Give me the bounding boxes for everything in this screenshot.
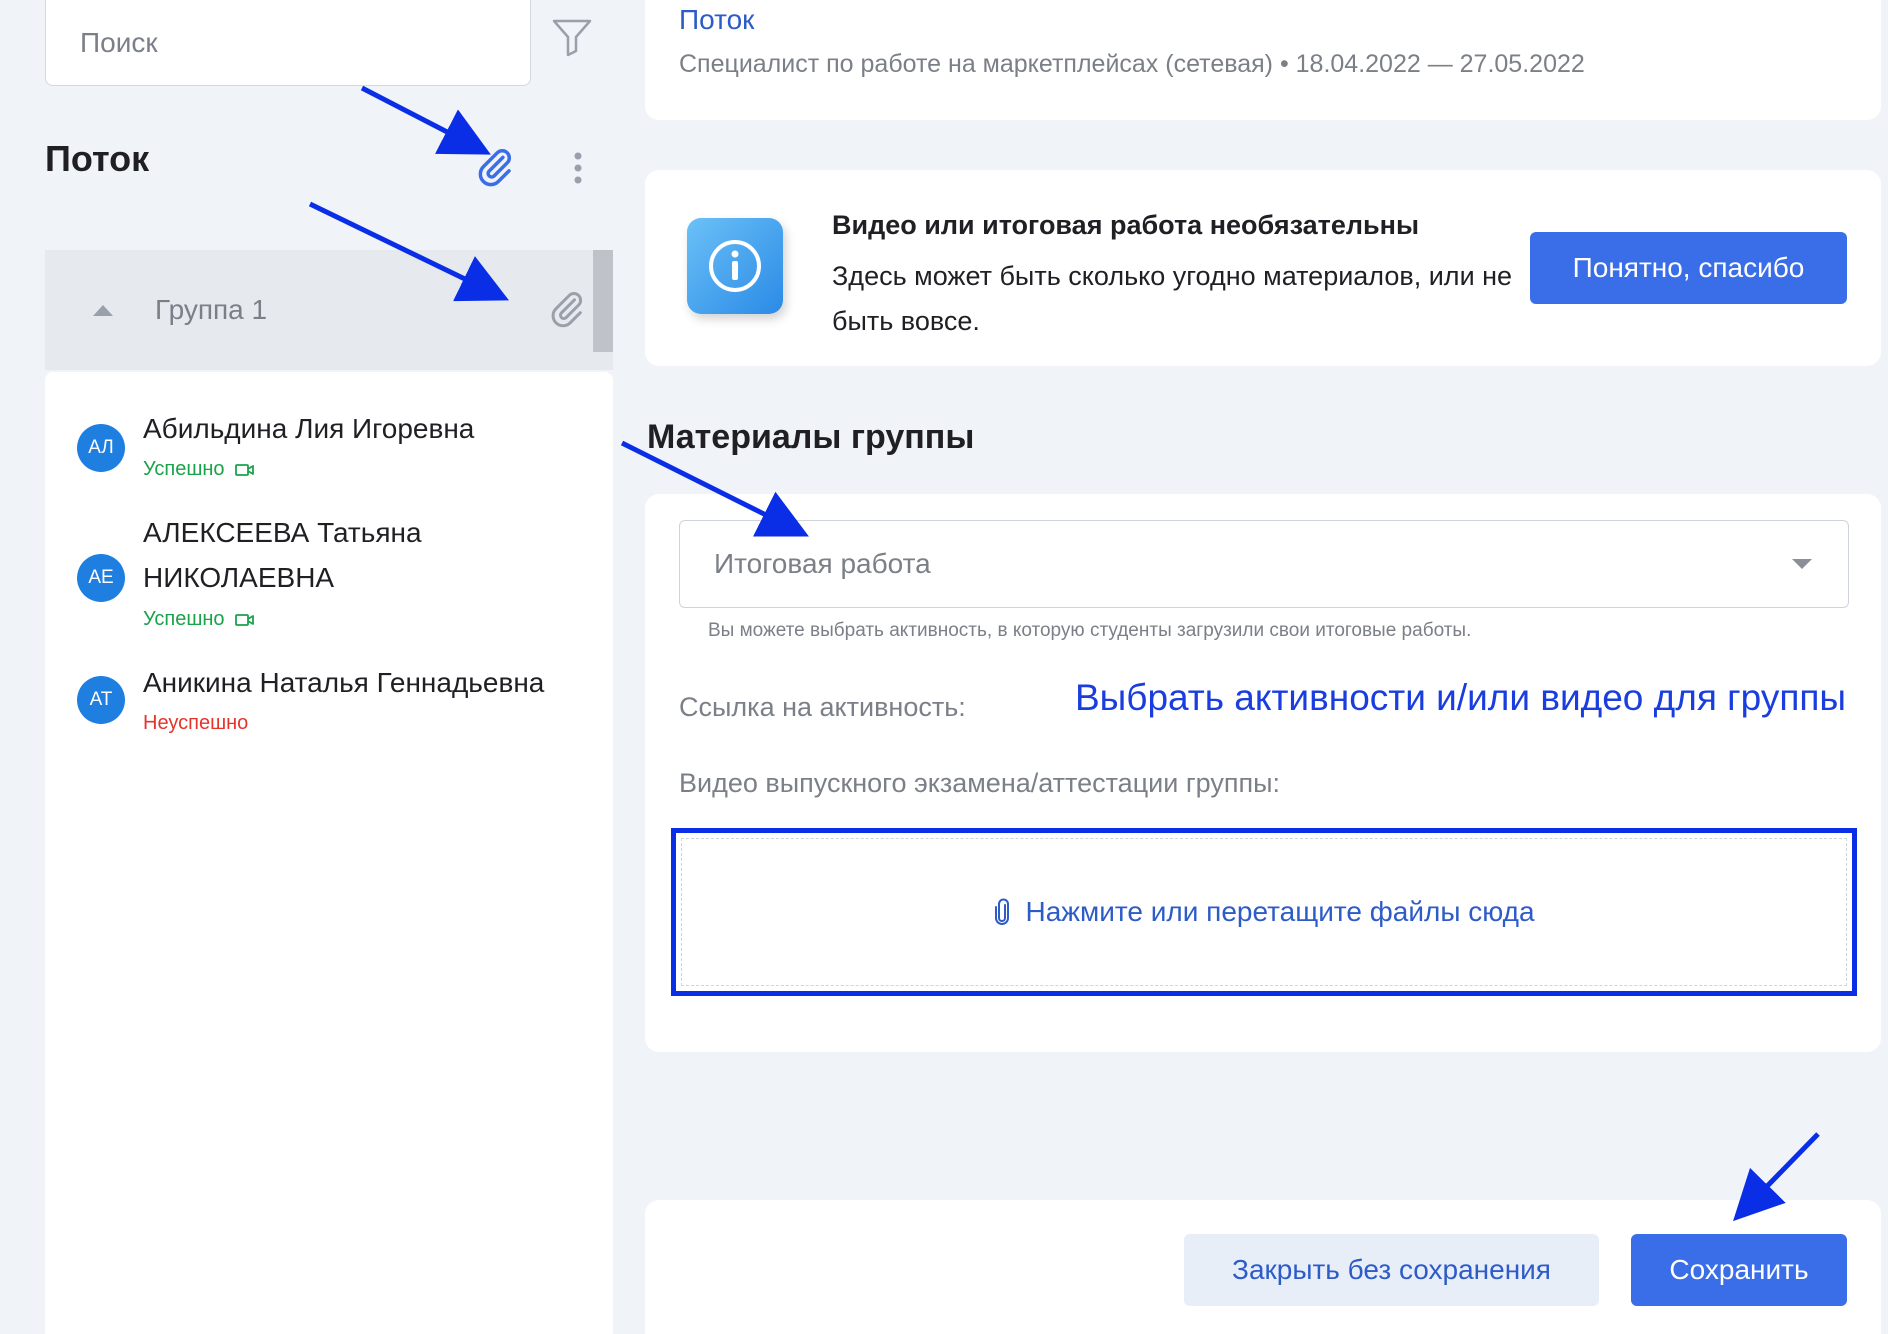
final-work-select[interactable]: Итоговая работа <box>679 520 1849 608</box>
student-status: Неуспешно <box>143 712 248 735</box>
stream-link[interactable]: Поток <box>679 4 754 36</box>
select-placeholder: Итоговая работа <box>714 548 931 579</box>
sidebar-title: Поток <box>45 138 150 179</box>
paperclip-icon[interactable] <box>474 146 516 188</box>
file-upload-dropzone[interactable]: Нажмите или перетащите файлы сюда <box>671 828 1857 996</box>
stream-subtitle: Специалист по работе на маркетплейсах (с… <box>679 50 1585 78</box>
filter-icon[interactable] <box>548 14 596 62</box>
section-title: Материалы группы <box>647 418 975 456</box>
student-name: Аникина Наталья Геннадьевна <box>143 667 545 698</box>
close-without-saving-button[interactable]: Закрыть без сохранения <box>1184 1234 1599 1306</box>
video-icon <box>234 613 254 626</box>
student-name: Абильдина Лия Игоревна <box>143 413 475 444</box>
avatar: АТ <box>77 676 125 724</box>
group-header[interactable]: Группа 1 <box>45 250 613 370</box>
materials-card: Итоговая работа Вы можете выбрать активн… <box>645 494 1881 1052</box>
search-input[interactable] <box>45 0 531 86</box>
footer-actions: Закрыть без сохранения Сохранить <box>645 1200 1881 1334</box>
dropzone-inner: Нажмите или перетащите файлы сюда <box>681 838 1847 986</box>
select-hint: Вы можете выбрать активность, в которую … <box>708 620 1472 641</box>
scrollbar-thumb[interactable] <box>593 250 613 352</box>
group-label: Группа 1 <box>155 294 268 325</box>
upload-label: Нажмите или перетащите файлы сюда <box>1025 896 1535 927</box>
stream-header-card: Поток Специалист по работе на маркетплей… <box>645 0 1881 120</box>
avatar: АЛ <box>77 424 125 472</box>
info-text: Здесь может быть сколько угодно материал… <box>832 261 1513 336</box>
student-status: Успешно <box>143 458 255 481</box>
info-title: Видео или итоговая работа необязательны <box>832 210 1420 240</box>
info-banner: Видео или итоговая работа необязательны … <box>645 170 1881 366</box>
save-button[interactable]: Сохранить <box>1631 1234 1847 1306</box>
student-name: АЛЕКСЕЕВА Татьяна НИКОЛАЕВНА <box>143 517 422 593</box>
info-icon <box>687 218 783 314</box>
group-paperclip-icon[interactable] <box>545 288 589 332</box>
status-text: Успешно <box>143 458 225 480</box>
chevron-down-icon <box>1792 559 1812 569</box>
status-text: Неуспешно <box>143 712 249 734</box>
video-label: Видео выпускного экзамена/аттестации гру… <box>679 768 1281 798</box>
avatar: АЕ <box>77 554 125 602</box>
dismiss-info-button[interactable]: Понятно, спасибо <box>1530 232 1847 304</box>
activity-link-label: Ссылка на активность: <box>679 692 966 722</box>
annotation-text: Выбрать активности и/или видео для групп… <box>1075 677 1846 718</box>
paperclip-icon <box>995 898 1010 925</box>
student-list: АЛ Абильдина Лия Игоревна Успешно АЕ АЛЕ… <box>45 372 613 1334</box>
caret-up-icon <box>93 304 113 316</box>
video-icon <box>234 463 254 476</box>
more-vertical-icon[interactable] <box>566 148 590 188</box>
status-text: Успешно <box>143 608 225 630</box>
sidebar: Поток Группа 1 АЛ Абильдина Лия Игоревна… <box>0 0 613 1334</box>
student-status: Успешно <box>143 608 255 631</box>
